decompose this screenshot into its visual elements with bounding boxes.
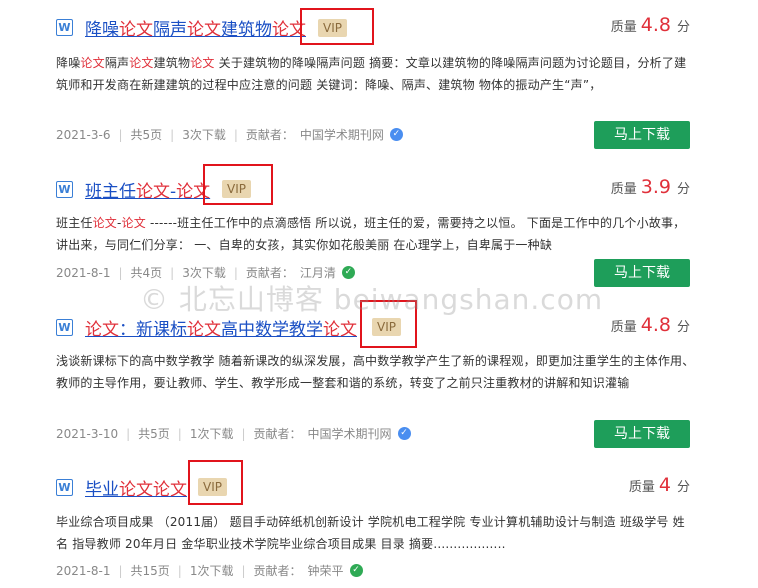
title-row: W 论文：新课标论文高中数学教学论文 xyxy=(56,314,357,340)
word-doc-icon: W xyxy=(56,478,73,496)
result-meta: 2021-3-6 | 共5页 | 3次下载 | 贡献者： 中国学术期刊网 ✓ xyxy=(56,126,403,143)
verified-icon: ✓ xyxy=(349,564,363,577)
verified-icon: ✓ xyxy=(397,427,411,440)
result-meta: 2021-8-1 | 共15页 | 1次下载 | 贡献者： 钟荣平 ✓ xyxy=(56,562,363,579)
result-title[interactable]: 降噪论文隔声论文建筑物论文 xyxy=(85,15,306,40)
download-count: 3次下载 xyxy=(182,128,226,142)
result-meta: 2021-3-10 | 共5页 | 1次下载 | 贡献者： 中国学术期刊网 ✓ xyxy=(56,425,411,442)
verified-icon: ✓ xyxy=(341,266,355,279)
page-count: 共5页 xyxy=(130,128,163,142)
vip-badge: VIP xyxy=(318,19,347,37)
download-button[interactable]: 马上下载 xyxy=(594,420,690,448)
result-title[interactable]: 毕业论文论文 xyxy=(85,475,187,500)
word-doc-icon: W xyxy=(56,318,73,336)
word-doc-icon: W xyxy=(56,18,73,36)
result-title[interactable]: 班主任论文-论文 xyxy=(85,177,210,202)
download-button[interactable]: 马上下载 xyxy=(594,121,690,149)
result-summary: 班主任论文-论文 ------班主任工作中的点滴感悟 所以说，班主任的爱，需要持… xyxy=(56,216,686,252)
title-row: W 降噪论文隔声论文建筑物论文 xyxy=(56,14,306,40)
title-row: W 毕业论文论文 xyxy=(56,474,187,500)
contributor-name[interactable]: 中国学术期刊网 xyxy=(300,126,384,143)
contributor-name[interactable]: 中国学术期刊网 xyxy=(308,425,392,442)
title-row: W 班主任论文-论文 xyxy=(56,176,210,202)
vip-badge: VIP xyxy=(222,180,251,198)
contributor-name[interactable]: 江月清 xyxy=(300,264,336,281)
vip-badge: VIP xyxy=(198,478,227,496)
quality-score: 质量 4.8 分 xyxy=(610,314,690,336)
download-button[interactable]: 马上下载 xyxy=(594,259,690,287)
vip-badge: VIP xyxy=(372,318,401,336)
quality-score: 质量 4.8 分 xyxy=(610,14,690,36)
result-meta: 2021-8-1 | 共4页 | 3次下载 | 贡献者： 江月清 ✓ xyxy=(56,264,355,281)
quality-score: 质量 4 分 xyxy=(628,474,690,496)
result-title[interactable]: 论文：新课标论文高中数学教学论文 xyxy=(85,315,357,340)
contributor-name[interactable]: 钟荣平 xyxy=(308,562,344,579)
result-summary: 降噪论文隔声论文建筑物论文 关于建筑物的降噪隔声问题 摘要：文章以建筑物的降噪隔… xyxy=(56,56,687,92)
upload-date: 2021-3-6 xyxy=(56,127,111,142)
verified-icon: ✓ xyxy=(389,128,403,141)
result-summary: 毕业综合项目成果 （2011届） 题目手动碎纸机创新设计 学院机电工程学院 专业… xyxy=(56,515,685,551)
quality-score: 质量 3.9 分 xyxy=(610,176,690,198)
result-summary: 浅谈新课标下的高中数学教学 随着新课改的纵深发展，高中数学教学产生了新的课程观，… xyxy=(56,354,695,390)
word-doc-icon: W xyxy=(56,180,73,198)
